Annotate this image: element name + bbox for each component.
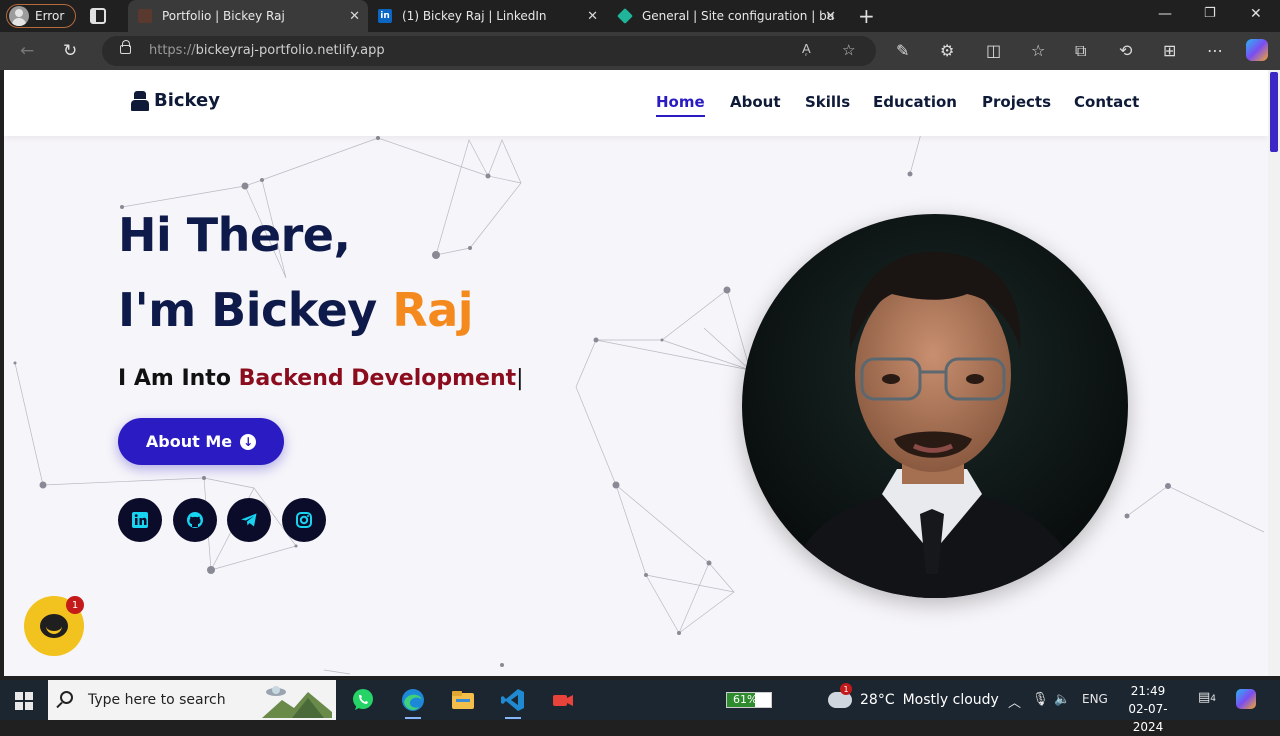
instagram-icon: [296, 512, 312, 528]
close-tab-icon[interactable]: ✕: [349, 9, 360, 24]
linkedin-link[interactable]: [118, 498, 162, 542]
close-window-icon[interactable]: ✕: [1250, 6, 1262, 22]
favorite-star-icon[interactable]: ☆: [842, 41, 855, 59]
extension-pen-icon[interactable]: ✎: [896, 41, 909, 60]
tab-title: Portfolio | Bickey Raj: [162, 9, 285, 23]
copilot-icon[interactable]: [1246, 39, 1268, 61]
vscode-app-icon[interactable]: [499, 686, 527, 719]
hero-greeting: Hi There,: [118, 208, 351, 262]
back-icon[interactable]: ←: [20, 41, 34, 61]
linkedin-icon: [132, 512, 148, 528]
close-tab-icon[interactable]: ✕: [587, 9, 598, 24]
clock-time: 21:49: [1130, 684, 1166, 698]
about-me-button[interactable]: About Me ↓: [118, 418, 284, 465]
typing-caret: |: [516, 366, 524, 391]
search-placeholder: Type here to search: [88, 692, 226, 708]
nav-skills[interactable]: Skills: [805, 93, 850, 111]
linkedin-favicon-icon: in: [378, 9, 392, 23]
language-indicator[interactable]: ENG: [1082, 692, 1108, 706]
address-toolbar: ← ↻ https://bickeyraj-portfolio.netlify.…: [0, 32, 1280, 70]
user-secret-icon: [130, 90, 150, 111]
split-screen-icon[interactable]: ◫: [986, 41, 1001, 60]
weather-widget[interactable]: 1 28°C Mostly cloudy: [828, 681, 999, 719]
nav-about[interactable]: About: [730, 93, 781, 111]
new-tab-icon[interactable]: +: [858, 4, 875, 28]
instagram-link[interactable]: [282, 498, 326, 542]
apps-icon[interactable]: ⊞: [1163, 41, 1176, 60]
tab-portfolio[interactable]: Portfolio | Bickey Raj ✕: [128, 0, 368, 32]
profile-avatar-icon: [9, 6, 29, 26]
search-highlight-illustration: [262, 686, 332, 718]
typed-text: Backend Development: [238, 366, 517, 391]
chat-widget-button[interactable]: 1: [24, 596, 84, 656]
taskbar-search-box[interactable]: Type here to search: [48, 680, 336, 720]
telegram-icon: [241, 513, 257, 527]
hero-typing-line: I Am Into Backend Development|: [118, 366, 524, 391]
github-icon: [187, 512, 203, 528]
minimize-icon[interactable]: —: [1158, 6, 1172, 22]
windows-start-icon[interactable]: [15, 692, 33, 710]
tab-actions-icon[interactable]: [90, 8, 106, 24]
lock-icon: [120, 40, 131, 54]
extensions-icon[interactable]: ⚙: [940, 41, 954, 60]
copilot-taskbar-icon[interactable]: [1236, 689, 1256, 709]
more-menu-icon[interactable]: ⋯: [1207, 41, 1223, 60]
portfolio-page: Bickey Home About Skills Education Proje…: [4, 70, 1268, 676]
restore-icon[interactable]: ❐: [1204, 6, 1216, 21]
nav-contact[interactable]: Contact: [1074, 93, 1139, 111]
telegram-link[interactable]: [227, 498, 271, 542]
volume-icon[interactable]: 🔈: [1054, 692, 1070, 707]
address-bar[interactable]: https://bickeyraj-portfolio.netlify.app …: [102, 36, 876, 66]
search-icon: [60, 691, 73, 704]
site-header: Bickey Home About Skills Education Proje…: [4, 70, 1268, 136]
history-icon[interactable]: ⟲: [1119, 41, 1132, 60]
battery-indicator[interactable]: 61%: [726, 692, 772, 708]
refresh-icon[interactable]: ↻: [63, 41, 77, 61]
camera-app-icon[interactable]: [549, 686, 577, 714]
collections-icon[interactable]: ⧉: [1075, 41, 1086, 61]
file-explorer-app-icon[interactable]: [449, 686, 477, 714]
notifications-icon[interactable]: ▤4: [1198, 690, 1216, 705]
favorites-icon[interactable]: ☆: [1031, 41, 1045, 60]
brand-name: Bickey: [154, 90, 220, 111]
portfolio-favicon-icon: [138, 9, 152, 23]
scrollbar-thumb[interactable]: [1270, 72, 1278, 152]
show-hidden-icons-chevron-icon[interactable]: ︿: [1008, 692, 1021, 711]
hero-name-highlight: Raj: [392, 283, 474, 337]
nav-home[interactable]: Home: [656, 93, 705, 117]
url-text[interactable]: https://bickeyraj-portfolio.netlify.app: [149, 43, 385, 58]
nav-education[interactable]: Education: [873, 93, 957, 111]
tab-title: (1) Bickey Raj | LinkedIn: [402, 9, 547, 23]
edge-app-icon[interactable]: [399, 686, 427, 719]
brand-logo[interactable]: Bickey: [130, 90, 220, 111]
profile-photo: [742, 214, 1128, 598]
arrow-down-circle-icon: ↓: [240, 433, 257, 450]
whatsapp-app-icon[interactable]: [349, 686, 377, 714]
temperature: 28°C: [860, 692, 895, 708]
browser-tab-bar: Error Portfolio | Bickey Raj ✕ in (1) Bi…: [0, 0, 1280, 32]
chat-notification-badge: 1: [66, 596, 84, 614]
hero-name: I'm Bickey Raj: [118, 283, 474, 337]
chat-bubble-icon: [40, 614, 68, 638]
page-scrollbar[interactable]: [1268, 70, 1280, 676]
weather-description: Mostly cloudy: [902, 692, 999, 708]
netlify-favicon-icon: [617, 8, 633, 24]
tab-netlify[interactable]: General | Site configuration | bu ✕: [608, 0, 844, 32]
portrait-image: [742, 214, 1128, 598]
weather-badge: 1: [840, 683, 852, 695]
read-aloud-icon[interactable]: A᷊: [802, 41, 811, 57]
github-link[interactable]: [173, 498, 217, 542]
tab-linkedin[interactable]: in (1) Bickey Raj | LinkedIn ✕: [368, 0, 606, 32]
clock-date: 02-07-2024: [1128, 702, 1168, 734]
nav-projects[interactable]: Projects: [982, 93, 1051, 111]
system-clock[interactable]: 21:49 02-07-2024: [1116, 682, 1180, 736]
microphone-icon[interactable]: 🎙: [1032, 692, 1049, 707]
profile-label: Error: [35, 9, 65, 23]
profile-button[interactable]: Error: [6, 4, 76, 28]
close-tab-icon[interactable]: ✕: [825, 9, 836, 24]
tab-title: General | Site configuration | bu: [642, 9, 835, 23]
about-me-label: About Me: [145, 432, 233, 451]
